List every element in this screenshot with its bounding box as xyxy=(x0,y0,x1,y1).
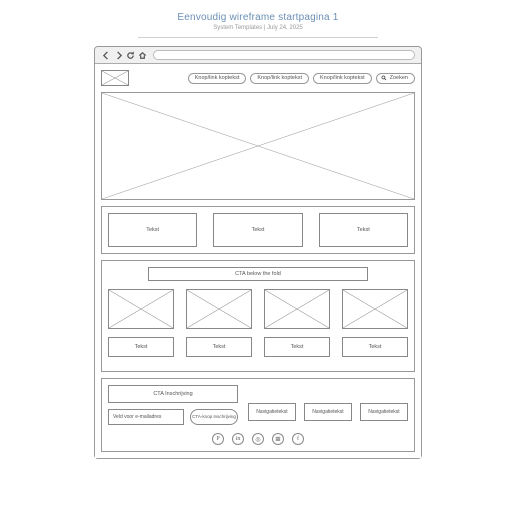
browser-frame: Knop/link koptekst Knop/link koptekst Kn… xyxy=(94,46,422,459)
signup-button[interactable]: CTA-knop Inschrijving xyxy=(190,409,238,425)
reload-icon[interactable] xyxy=(125,50,135,60)
cta-below-fold[interactable]: CTA below the fold xyxy=(148,267,368,281)
doc-title: Eenvoudig wireframe startpagina 1 xyxy=(177,12,338,23)
gallery-label[interactable]: Tekst xyxy=(342,337,408,357)
card[interactable]: Tekst xyxy=(108,213,197,247)
footer-nav[interactable]: Navigatietekst xyxy=(360,403,408,421)
gallery-label[interactable]: Tekst xyxy=(264,337,330,357)
doc-meta: System Templates | July 24, 2025 xyxy=(213,25,303,31)
footer-nav[interactable]: Navigatietekst xyxy=(248,403,296,421)
nav-link[interactable]: Knop/link koptekst xyxy=(313,73,372,84)
footer-section: CTA Inschrijving Veld voor e-mailadres C… xyxy=(101,378,415,452)
facebook-icon[interactable]: f xyxy=(292,433,304,445)
nav-link[interactable]: Knop/link koptekst xyxy=(250,73,309,84)
email-field[interactable]: Veld voor e-mailadres xyxy=(108,409,184,425)
back-icon[interactable] xyxy=(101,50,111,60)
nav-link[interactable]: Knop/link koptekst xyxy=(188,73,247,84)
twitter-icon[interactable]: 𝌆 xyxy=(272,433,284,445)
footer-nav[interactable]: Navigatietekst xyxy=(304,403,352,421)
home-icon[interactable] xyxy=(137,50,147,60)
browser-toolbar xyxy=(95,47,421,64)
cta-signup-box[interactable]: CTA Inschrijving xyxy=(108,385,238,403)
search-input[interactable]: Zoeken xyxy=(376,73,415,84)
pinterest-icon[interactable]: P xyxy=(212,433,224,445)
site-header: Knop/link koptekst Knop/link koptekst Kn… xyxy=(101,70,415,86)
page-body: Knop/link koptekst Knop/link koptekst Kn… xyxy=(95,64,421,458)
forward-icon[interactable] xyxy=(113,50,123,60)
divider xyxy=(138,37,378,38)
cards-section: Tekst Tekst Tekst xyxy=(101,206,415,254)
url-bar[interactable] xyxy=(153,50,415,60)
search-icon xyxy=(381,75,387,81)
gallery-section: CTA below the fold Tekst Tekst Tekst Tek… xyxy=(101,260,415,372)
hero-image-placeholder xyxy=(101,92,415,200)
social-row: P in ◎ 𝌆 f xyxy=(108,431,408,445)
image-placeholder xyxy=(342,289,408,329)
card[interactable]: Tekst xyxy=(319,213,408,247)
image-placeholder xyxy=(186,289,252,329)
image-placeholder xyxy=(108,289,174,329)
instagram-icon[interactable]: ◎ xyxy=(252,433,264,445)
gallery-label[interactable]: Tekst xyxy=(108,337,174,357)
card[interactable]: Tekst xyxy=(213,213,302,247)
search-label: Zoeken xyxy=(390,75,408,81)
linkedin-icon[interactable]: in xyxy=(232,433,244,445)
gallery-label[interactable]: Tekst xyxy=(186,337,252,357)
image-placeholder xyxy=(264,289,330,329)
logo-placeholder xyxy=(101,70,129,86)
